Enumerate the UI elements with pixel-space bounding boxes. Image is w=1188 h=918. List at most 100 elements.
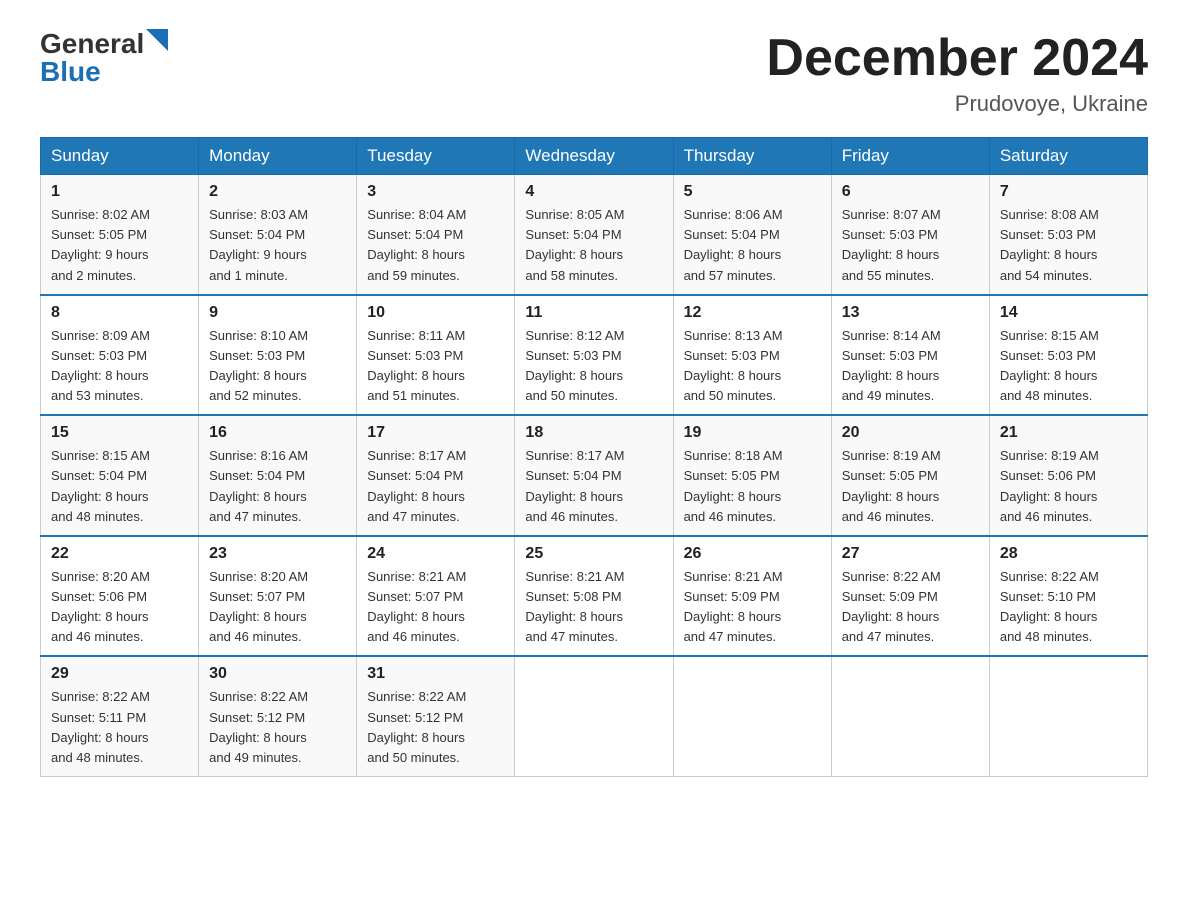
table-row: 25 Sunrise: 8:21 AMSunset: 5:08 PMDaylig…	[515, 536, 673, 657]
day-info: Sunrise: 8:18 AMSunset: 5:05 PMDaylight:…	[684, 448, 783, 523]
col-tuesday: Tuesday	[357, 138, 515, 175]
day-info: Sunrise: 8:15 AMSunset: 5:03 PMDaylight:…	[1000, 328, 1099, 403]
day-info: Sunrise: 8:22 AMSunset: 5:09 PMDaylight:…	[842, 569, 941, 644]
logo-arrow-icon	[146, 29, 168, 51]
table-row: 7 Sunrise: 8:08 AMSunset: 5:03 PMDayligh…	[989, 175, 1147, 295]
day-number: 16	[209, 424, 346, 442]
table-row: 2 Sunrise: 8:03 AMSunset: 5:04 PMDayligh…	[199, 175, 357, 295]
day-number: 2	[209, 183, 346, 201]
day-info: Sunrise: 8:20 AMSunset: 5:07 PMDaylight:…	[209, 569, 308, 644]
day-info: Sunrise: 8:08 AMSunset: 5:03 PMDaylight:…	[1000, 207, 1099, 282]
calendar-week-row: 29 Sunrise: 8:22 AMSunset: 5:11 PMDaylig…	[41, 656, 1148, 776]
day-info: Sunrise: 8:16 AMSunset: 5:04 PMDaylight:…	[209, 448, 308, 523]
day-info: Sunrise: 8:15 AMSunset: 5:04 PMDaylight:…	[51, 448, 150, 523]
day-number: 7	[1000, 183, 1137, 201]
table-row: 30 Sunrise: 8:22 AMSunset: 5:12 PMDaylig…	[199, 656, 357, 776]
table-row	[673, 656, 831, 776]
day-number: 19	[684, 424, 821, 442]
table-row: 20 Sunrise: 8:19 AMSunset: 5:05 PMDaylig…	[831, 415, 989, 536]
day-number: 11	[525, 304, 662, 322]
day-number: 28	[1000, 545, 1137, 563]
table-row: 14 Sunrise: 8:15 AMSunset: 5:03 PMDaylig…	[989, 295, 1147, 416]
table-row: 13 Sunrise: 8:14 AMSunset: 5:03 PMDaylig…	[831, 295, 989, 416]
day-number: 27	[842, 545, 979, 563]
col-wednesday: Wednesday	[515, 138, 673, 175]
page-header: General Blue December 2024 Prudovoye, Uk…	[40, 30, 1148, 117]
day-number: 26	[684, 545, 821, 563]
col-saturday: Saturday	[989, 138, 1147, 175]
logo-blue: Blue	[40, 58, 101, 86]
table-row: 19 Sunrise: 8:18 AMSunset: 5:05 PMDaylig…	[673, 415, 831, 536]
col-monday: Monday	[199, 138, 357, 175]
day-info: Sunrise: 8:14 AMSunset: 5:03 PMDaylight:…	[842, 328, 941, 403]
day-info: Sunrise: 8:09 AMSunset: 5:03 PMDaylight:…	[51, 328, 150, 403]
day-number: 5	[684, 183, 821, 201]
day-info: Sunrise: 8:22 AMSunset: 5:12 PMDaylight:…	[367, 689, 466, 764]
table-row: 24 Sunrise: 8:21 AMSunset: 5:07 PMDaylig…	[357, 536, 515, 657]
title-area: December 2024 Prudovoye, Ukraine	[766, 30, 1148, 117]
day-number: 29	[51, 665, 188, 683]
day-info: Sunrise: 8:10 AMSunset: 5:03 PMDaylight:…	[209, 328, 308, 403]
table-row: 29 Sunrise: 8:22 AMSunset: 5:11 PMDaylig…	[41, 656, 199, 776]
table-row: 4 Sunrise: 8:05 AMSunset: 5:04 PMDayligh…	[515, 175, 673, 295]
day-info: Sunrise: 8:17 AMSunset: 5:04 PMDaylight:…	[525, 448, 624, 523]
day-info: Sunrise: 8:22 AMSunset: 5:12 PMDaylight:…	[209, 689, 308, 764]
day-info: Sunrise: 8:21 AMSunset: 5:07 PMDaylight:…	[367, 569, 466, 644]
calendar-header-row: Sunday Monday Tuesday Wednesday Thursday…	[41, 138, 1148, 175]
day-number: 24	[367, 545, 504, 563]
day-info: Sunrise: 8:20 AMSunset: 5:06 PMDaylight:…	[51, 569, 150, 644]
day-number: 12	[684, 304, 821, 322]
day-number: 3	[367, 183, 504, 201]
table-row: 31 Sunrise: 8:22 AMSunset: 5:12 PMDaylig…	[357, 656, 515, 776]
day-number: 30	[209, 665, 346, 683]
day-info: Sunrise: 8:17 AMSunset: 5:04 PMDaylight:…	[367, 448, 466, 523]
day-number: 17	[367, 424, 504, 442]
day-info: Sunrise: 8:11 AMSunset: 5:03 PMDaylight:…	[367, 328, 465, 403]
col-thursday: Thursday	[673, 138, 831, 175]
table-row: 6 Sunrise: 8:07 AMSunset: 5:03 PMDayligh…	[831, 175, 989, 295]
table-row: 28 Sunrise: 8:22 AMSunset: 5:10 PMDaylig…	[989, 536, 1147, 657]
location: Prudovoye, Ukraine	[766, 91, 1148, 117]
calendar-table: Sunday Monday Tuesday Wednesday Thursday…	[40, 137, 1148, 777]
day-info: Sunrise: 8:12 AMSunset: 5:03 PMDaylight:…	[525, 328, 624, 403]
logo: General Blue	[40, 30, 168, 86]
table-row	[515, 656, 673, 776]
calendar-week-row: 15 Sunrise: 8:15 AMSunset: 5:04 PMDaylig…	[41, 415, 1148, 536]
calendar-week-row: 8 Sunrise: 8:09 AMSunset: 5:03 PMDayligh…	[41, 295, 1148, 416]
table-row: 21 Sunrise: 8:19 AMSunset: 5:06 PMDaylig…	[989, 415, 1147, 536]
day-info: Sunrise: 8:13 AMSunset: 5:03 PMDaylight:…	[684, 328, 783, 403]
day-number: 10	[367, 304, 504, 322]
table-row: 9 Sunrise: 8:10 AMSunset: 5:03 PMDayligh…	[199, 295, 357, 416]
logo-general: General	[40, 30, 144, 58]
calendar-week-row: 1 Sunrise: 8:02 AMSunset: 5:05 PMDayligh…	[41, 175, 1148, 295]
day-number: 13	[842, 304, 979, 322]
day-number: 21	[1000, 424, 1137, 442]
day-number: 20	[842, 424, 979, 442]
table-row: 15 Sunrise: 8:15 AMSunset: 5:04 PMDaylig…	[41, 415, 199, 536]
day-info: Sunrise: 8:07 AMSunset: 5:03 PMDaylight:…	[842, 207, 941, 282]
table-row: 5 Sunrise: 8:06 AMSunset: 5:04 PMDayligh…	[673, 175, 831, 295]
day-info: Sunrise: 8:02 AMSunset: 5:05 PMDaylight:…	[51, 207, 150, 282]
day-number: 31	[367, 665, 504, 683]
day-number: 1	[51, 183, 188, 201]
day-number: 6	[842, 183, 979, 201]
table-row: 26 Sunrise: 8:21 AMSunset: 5:09 PMDaylig…	[673, 536, 831, 657]
table-row: 23 Sunrise: 8:20 AMSunset: 5:07 PMDaylig…	[199, 536, 357, 657]
day-number: 18	[525, 424, 662, 442]
table-row: 11 Sunrise: 8:12 AMSunset: 5:03 PMDaylig…	[515, 295, 673, 416]
table-row: 18 Sunrise: 8:17 AMSunset: 5:04 PMDaylig…	[515, 415, 673, 536]
day-number: 23	[209, 545, 346, 563]
table-row: 10 Sunrise: 8:11 AMSunset: 5:03 PMDaylig…	[357, 295, 515, 416]
day-info: Sunrise: 8:19 AMSunset: 5:05 PMDaylight:…	[842, 448, 941, 523]
day-info: Sunrise: 8:22 AMSunset: 5:10 PMDaylight:…	[1000, 569, 1099, 644]
calendar-week-row: 22 Sunrise: 8:20 AMSunset: 5:06 PMDaylig…	[41, 536, 1148, 657]
day-info: Sunrise: 8:04 AMSunset: 5:04 PMDaylight:…	[367, 207, 466, 282]
day-info: Sunrise: 8:21 AMSunset: 5:08 PMDaylight:…	[525, 569, 624, 644]
day-number: 4	[525, 183, 662, 201]
table-row: 12 Sunrise: 8:13 AMSunset: 5:03 PMDaylig…	[673, 295, 831, 416]
day-info: Sunrise: 8:19 AMSunset: 5:06 PMDaylight:…	[1000, 448, 1099, 523]
day-number: 25	[525, 545, 662, 563]
table-row: 8 Sunrise: 8:09 AMSunset: 5:03 PMDayligh…	[41, 295, 199, 416]
table-row	[831, 656, 989, 776]
day-info: Sunrise: 8:22 AMSunset: 5:11 PMDaylight:…	[51, 689, 150, 764]
